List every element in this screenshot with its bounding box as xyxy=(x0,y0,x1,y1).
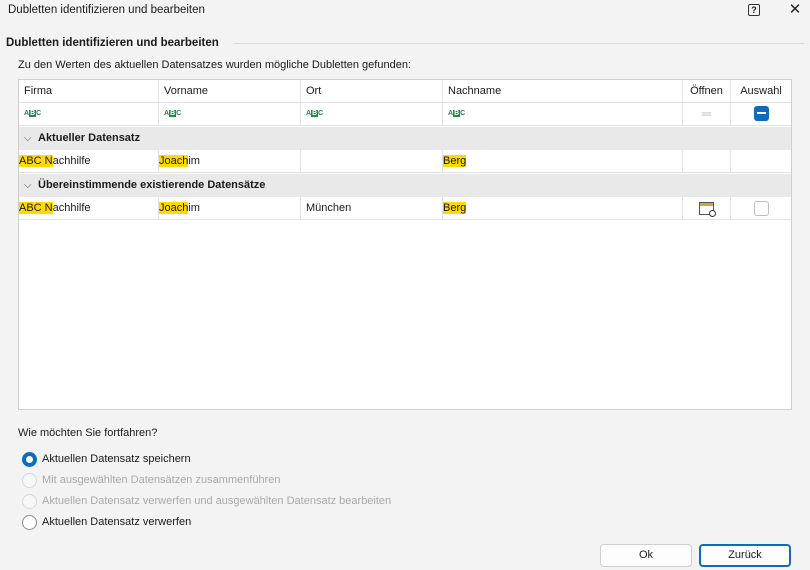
title-bar: Dubletten identifizieren und bearbeiten … xyxy=(0,0,810,22)
radio-indicator xyxy=(22,473,37,488)
help-icon[interactable]: ? xyxy=(748,4,760,16)
filter-cell-firma[interactable]: ABC xyxy=(19,103,159,126)
group-row-current[interactable]: ⌵ Aktueller Datensatz xyxy=(19,127,791,150)
cell-auswahl xyxy=(731,150,791,173)
intro-text: Zu den Werten des aktuellen Datensatzes … xyxy=(18,59,411,71)
cell-ort: München xyxy=(301,197,443,220)
filter-cell-ort[interactable]: ABC xyxy=(301,103,443,126)
radio-label: Aktuellen Datensatz speichern xyxy=(42,453,191,465)
radio-label: Aktuellen Datensatz verwerfen xyxy=(42,516,192,528)
cell-auswahl xyxy=(731,197,791,220)
column-header-ort[interactable]: Ort xyxy=(301,80,443,103)
filter-cell-nachname[interactable]: ABC xyxy=(443,103,683,126)
cell-oeffnen xyxy=(683,197,731,220)
group-label-current: Aktueller Datensatz xyxy=(38,132,141,144)
column-header-oeffnen[interactable]: Öffnen xyxy=(683,80,731,103)
table-row-current[interactable]: ABC Nachhilfe Joachim Berg xyxy=(19,150,791,173)
radio-label: Mit ausgewählten Datensätzen zusammenfüh… xyxy=(42,474,281,486)
cell-ort xyxy=(301,150,443,173)
group-divider xyxy=(234,43,804,44)
close-icon[interactable]: ✕ xyxy=(787,2,803,18)
cell-firma: ABC Nachhilfe xyxy=(19,197,159,220)
column-header-nachname[interactable]: Nachname xyxy=(443,80,683,103)
filter-cell-auswahl[interactable] xyxy=(731,103,791,126)
equals-filter-icon: ═ xyxy=(701,106,712,121)
group-title: Dubletten identifizieren und bearbeiten xyxy=(6,37,219,49)
select-all-checkbox[interactable] xyxy=(753,105,769,121)
cell-firma: ABC Nachhilfe xyxy=(19,150,159,173)
radio-indicator xyxy=(22,494,37,509)
cell-vorname: Joachim xyxy=(159,150,301,173)
radio-label: Aktuellen Datensatz verwerfen und ausgew… xyxy=(42,495,392,507)
text-filter-icon: ABC xyxy=(24,110,42,118)
options-question: Wie möchten Sie fortfahren? xyxy=(18,427,158,439)
text-filter-icon: ABC xyxy=(306,110,324,118)
column-header-auswahl[interactable]: Auswahl xyxy=(731,80,791,103)
group-row-existing[interactable]: ⌵ Übereinstimmende existierende Datensätz… xyxy=(19,174,791,197)
cell-nachname: Berg xyxy=(443,197,683,220)
filter-cell-oeffnen[interactable]: ═ xyxy=(683,103,731,126)
back-button[interactable]: Zurück xyxy=(699,544,791,567)
group-label-existing: Übereinstimmende existierende Datensätze xyxy=(38,179,266,191)
duplicates-grid[interactable]: Firma Vorname Ort Nachname Öffnen Auswah… xyxy=(18,79,792,410)
radio-indicator[interactable] xyxy=(22,452,37,467)
window-title: Dubletten identifizieren und bearbeiten xyxy=(8,4,205,16)
text-filter-icon: ABC xyxy=(164,110,182,118)
radio-indicator[interactable] xyxy=(22,515,37,530)
cell-nachname: Berg xyxy=(443,150,683,173)
filter-row: ABC ABC ABC ABC ═ xyxy=(19,103,791,126)
column-header-firma[interactable]: Firma xyxy=(19,80,159,103)
ok-button[interactable]: Ok xyxy=(600,544,692,567)
cell-oeffnen xyxy=(683,150,731,173)
open-record-icon[interactable] xyxy=(699,202,716,217)
text-filter-icon: ABC xyxy=(448,110,466,118)
filter-cell-vorname[interactable]: ABC xyxy=(159,103,301,126)
column-header-vorname[interactable]: Vorname xyxy=(159,80,301,103)
grid-header: Firma Vorname Ort Nachname Öffnen Auswah… xyxy=(19,80,791,103)
chevron-down-icon[interactable]: ⌵ xyxy=(24,175,38,197)
cell-vorname: Joachim xyxy=(159,197,301,220)
table-row-existing[interactable]: ABC Nachhilfe Joachim München Berg xyxy=(19,197,791,220)
select-checkbox[interactable] xyxy=(753,201,769,216)
chevron-down-icon[interactable]: ⌵ xyxy=(24,128,38,150)
